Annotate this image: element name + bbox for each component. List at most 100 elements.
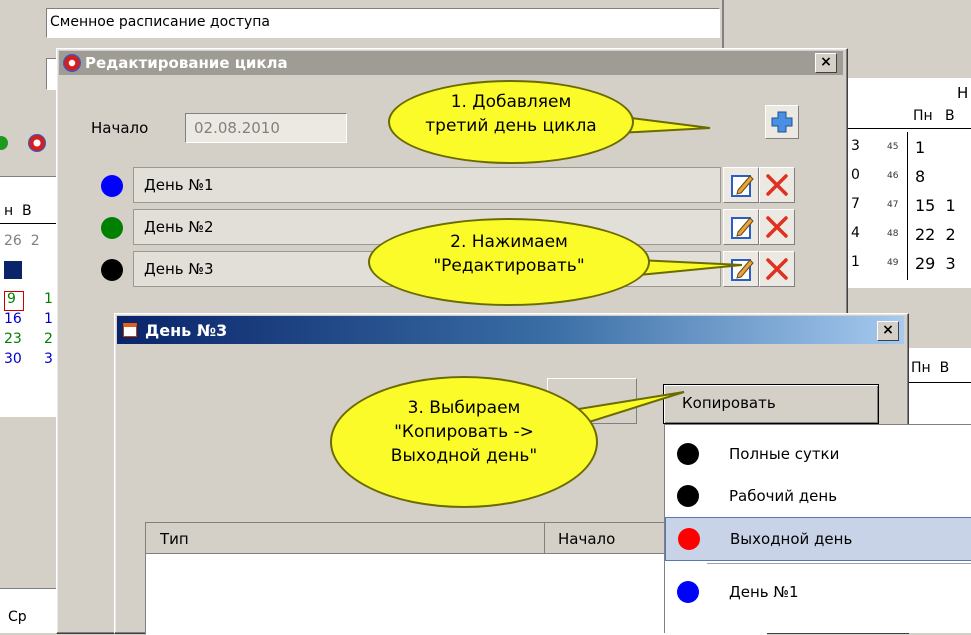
right-calendar-month: Н xyxy=(957,84,969,102)
week-number: 49 xyxy=(887,258,899,268)
callout-1-line1: 1. Добавляем xyxy=(450,92,572,112)
right-calendar-prev-day[interactable]: 0 xyxy=(851,167,860,183)
edit-day-button[interactable] xyxy=(723,209,759,245)
selected-day-cell[interactable] xyxy=(4,261,22,279)
copy-button-label: Копировать xyxy=(682,394,776,412)
week-number: 47 xyxy=(887,200,899,210)
callout-edit: 2. Нажимаем "Редактировать" xyxy=(368,218,650,306)
menu-item-label: Полные сутки xyxy=(729,445,840,463)
right-calendar-week-row: 4 48 22 2 xyxy=(847,221,971,247)
delete-day-button[interactable] xyxy=(759,251,795,287)
copy-menu-item[interactable]: Рабочий день xyxy=(665,475,971,517)
callout-copy: 3. Выбираем "Копировать -> Выходной день… xyxy=(330,376,598,508)
menu-item-color-dot xyxy=(678,528,700,550)
day-name-label: День №1 xyxy=(144,176,214,194)
right-calendar-days[interactable]: 1 xyxy=(915,138,925,157)
left-calendar-day[interactable]: 30 xyxy=(4,351,22,367)
add-day-button[interactable] xyxy=(765,105,799,139)
calendar-icon xyxy=(123,323,137,337)
copy-menu: Полные сутки Рабочий день Выходной день Ден… xyxy=(664,424,971,633)
right-calendar-days[interactable]: 15 1 xyxy=(915,196,956,215)
right-calendar-week-row: 1 49 29 3 xyxy=(847,250,971,276)
day-name-label: День №3 xyxy=(144,260,214,278)
day-dialog-title: День №3 xyxy=(145,321,228,340)
day-name-label: День №2 xyxy=(144,218,214,236)
menu-item-color-dot xyxy=(677,581,699,603)
right-calendar-days[interactable]: 8 xyxy=(915,167,925,186)
column-header-type-label: Тип xyxy=(160,530,189,548)
callout-3-line1: 3. Выбираем xyxy=(407,398,521,418)
cycle-day-row[interactable]: День №1 xyxy=(57,165,847,205)
pencil-edit-icon xyxy=(731,175,754,197)
menu-item-label: Рабочий день xyxy=(729,487,838,505)
callout-2-line2: "Редактировать" xyxy=(433,256,585,276)
menu-item-label: Выходной день xyxy=(730,530,853,548)
copy-menu-item[interactable]: Выходной день xyxy=(665,517,971,561)
right-calendar-prev-day[interactable]: 1 xyxy=(851,254,860,270)
week-number: 48 xyxy=(887,229,899,239)
menu-item-label: День №1 xyxy=(729,583,799,601)
day-name-field[interactable]: День №1 xyxy=(133,167,721,203)
callout-3-line2: "Копировать -> xyxy=(394,422,534,442)
left-calendar-header: н В xyxy=(4,203,32,219)
left-calendar-day[interactable]: 2 xyxy=(44,331,53,347)
menu-item-color-dot xyxy=(677,443,699,465)
day-color-dot xyxy=(101,175,123,197)
menu-separator xyxy=(707,563,971,564)
callout-3-line3: Выходной день" xyxy=(390,446,538,466)
right-calendar-prev-day[interactable]: 7 xyxy=(851,196,860,212)
app-logo-icon xyxy=(28,134,46,152)
right-calendar-week-row: 7 47 15 1 xyxy=(847,192,971,218)
cycle-dialog-title: Редактирование цикла xyxy=(85,54,288,72)
right-calendar-week-row: 0 46 8 xyxy=(847,163,971,189)
start-date-value: 02.08.2010 xyxy=(194,119,280,137)
callout-2-line1: 2. Нажимаем xyxy=(450,232,568,252)
copy-menu-item[interactable]: Полные сутки xyxy=(665,433,971,475)
left-calendar-day[interactable]: 1 xyxy=(44,291,53,307)
right-calendar-prev-day[interactable]: 3 xyxy=(851,138,860,154)
close-button[interactable]: × xyxy=(877,321,899,341)
left-calendar-day[interactable]: 16 xyxy=(4,311,22,327)
plus-icon xyxy=(771,111,793,133)
right-calendar: Н Пн В 3 45 1 0 46 8 7 47 15 1 4 48 22 2 1 49 29 3 xyxy=(846,78,971,288)
schedule-name-text: Сменное расписание доступа xyxy=(50,14,271,30)
cycle-dialog-app-icon xyxy=(63,54,81,72)
bottom-left-label: Ср xyxy=(8,609,27,625)
start-date-field[interactable]: 02.08.2010 xyxy=(185,113,347,143)
week-number: 46 xyxy=(887,171,899,181)
delete-x-icon xyxy=(766,174,788,196)
left-calendar-day[interactable]: 1 xyxy=(44,311,53,327)
right-calendar-days[interactable]: 22 2 xyxy=(915,225,956,244)
left-calendar-day[interactable]: 3 xyxy=(44,351,53,367)
bottom-left-panel: Ср xyxy=(0,588,56,633)
right-calendar-prev-day[interactable]: 4 xyxy=(851,225,860,241)
delete-day-button[interactable] xyxy=(759,209,795,245)
day-color-dot xyxy=(101,217,123,239)
schedule-name-field[interactable]: Сменное расписание доступа xyxy=(46,8,720,38)
menu-item-color-dot xyxy=(677,485,699,507)
day-dialog-titlebar: День №3 × xyxy=(117,316,904,344)
delete-day-button[interactable] xyxy=(759,167,795,203)
copy-button[interactable]: Копировать xyxy=(663,384,879,424)
delete-x-icon xyxy=(766,258,788,280)
left-calendar-day[interactable]: 23 xyxy=(4,331,22,347)
right-calendar-week-row: 3 45 1 xyxy=(847,134,971,160)
callout-1-line2: третий день цикла xyxy=(425,116,597,136)
column-header-type[interactable]: Тип xyxy=(146,523,545,553)
copy-menu-item[interactable]: День №1 xyxy=(665,571,971,613)
delete-x-icon xyxy=(766,216,788,238)
left-calendar-row1: 26 2 xyxy=(4,233,40,249)
right-calendar-header-tue: В xyxy=(945,108,955,124)
right-calendar-header-mon: Пн xyxy=(913,108,933,124)
left-calendar-day[interactable]: 9 xyxy=(7,291,16,307)
day-color-dot xyxy=(101,259,123,281)
callout-add-day: 1. Добавляем третий день цикла xyxy=(388,80,634,164)
cycle-dialog-titlebar: Редактирование цикла × xyxy=(59,51,843,75)
close-button[interactable]: × xyxy=(815,53,837,73)
right-calendar-days[interactable]: 29 3 xyxy=(915,254,956,273)
column-header-start-label: Начало xyxy=(558,530,616,548)
right-calendar-2-header: Пн В xyxy=(911,360,950,376)
edit-day-button[interactable] xyxy=(723,167,759,203)
week-number: 45 xyxy=(887,142,899,152)
start-label: Начало xyxy=(91,119,149,137)
